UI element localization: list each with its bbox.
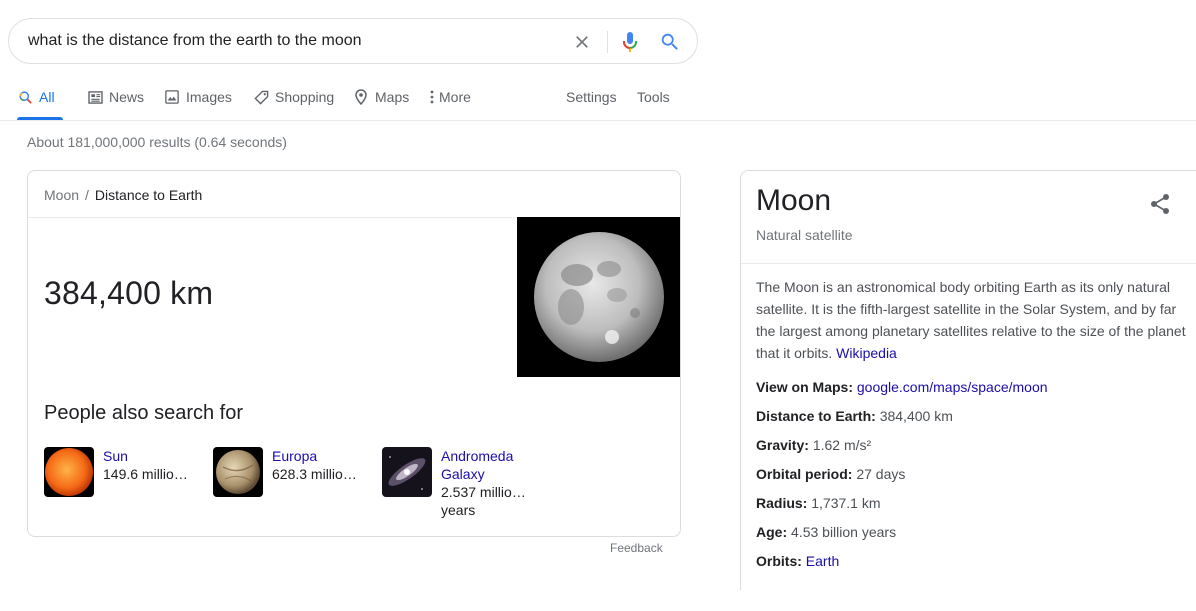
- fact-label[interactable]: Radius:: [756, 495, 807, 511]
- maps-link[interactable]: google.com/maps/space/moon: [857, 379, 1048, 395]
- settings-link[interactable]: Settings: [566, 84, 617, 120]
- answer-card: Moon / Distance to Earth 384,400 km People…: [27, 170, 681, 537]
- related-name: Europa: [272, 448, 318, 464]
- fact-value: 1,737.1 km: [811, 495, 881, 511]
- search-input[interactable]: [28, 30, 558, 52]
- wikipedia-link[interactable]: Wikipedia: [836, 345, 897, 361]
- kp-title: Moon: [756, 184, 832, 217]
- tag-icon: [253, 89, 269, 105]
- related-value: 149.6 millio…: [103, 466, 188, 482]
- search-icon[interactable]: [658, 30, 682, 54]
- tools-label: Tools: [637, 89, 670, 105]
- image-icon: [164, 89, 180, 105]
- related-europa[interactable]: Europa 628.3 millio…: [213, 447, 357, 497]
- search-icon: [17, 89, 33, 105]
- tab-news[interactable]: News: [87, 84, 144, 120]
- tools-link[interactable]: Tools: [637, 84, 670, 120]
- people-also-search-title: People also search for: [44, 402, 244, 424]
- tab-label: Maps: [375, 89, 410, 105]
- related-value: 628.3 millio…: [272, 466, 357, 482]
- sun-thumbnail: [44, 447, 94, 497]
- search-bar[interactable]: [8, 18, 698, 64]
- fact-orbits: Orbits: Earth: [756, 553, 839, 569]
- moon-image[interactable]: [517, 217, 680, 377]
- fact-label[interactable]: Distance to Earth:: [756, 408, 876, 424]
- fact-value: 4.53 billion years: [791, 524, 897, 540]
- card-divider: [28, 217, 518, 218]
- related-sun[interactable]: Sun 149.6 millio…: [44, 447, 188, 497]
- fact-label[interactable]: Gravity:: [756, 437, 809, 453]
- fact-label[interactable]: Orbits:: [756, 553, 802, 569]
- kp-description-text: The Moon is an astronomical body orbitin…: [756, 279, 1186, 361]
- result-stats: About 181,000,000 results (0.64 seconds): [27, 134, 287, 150]
- tab-shopping[interactable]: Shopping: [253, 84, 334, 120]
- tab-label: News: [109, 89, 145, 105]
- fact-label[interactable]: Age:: [756, 524, 787, 540]
- settings-label: Settings: [566, 89, 617, 105]
- share-icon[interactable]: [1148, 192, 1172, 216]
- europa-thumbnail: [213, 447, 263, 497]
- fact-distance-to-earth: Distance to Earth: 384,400 km: [756, 408, 953, 424]
- search-tabs: All News Images Shopping Maps More Setti…: [17, 84, 697, 120]
- kp-divider: [741, 263, 1196, 264]
- fact-orbital-period: Orbital period: 27 days: [756, 466, 905, 482]
- kp-description: The Moon is an astronomical body orbitin…: [756, 276, 1188, 364]
- related-andromeda-galaxy[interactable]: Andromeda Galaxy 2.537 millio… years: [382, 447, 526, 519]
- tab-maps[interactable]: Maps: [353, 84, 409, 120]
- feedback-link[interactable]: Feedback: [610, 541, 663, 555]
- earth-link[interactable]: Earth: [806, 553, 839, 569]
- tab-label: All: [39, 89, 55, 105]
- tab-all[interactable]: All: [17, 84, 63, 120]
- breadcrumb-current: Distance to Earth: [94, 187, 203, 203]
- kp-subtitle: Natural satellite: [756, 227, 853, 243]
- tab-label: Shopping: [275, 89, 335, 105]
- fact-gravity: Gravity: 1.62 m/s²: [756, 437, 871, 453]
- fact-value: 27 days: [856, 466, 906, 482]
- microphone-icon[interactable]: [618, 30, 642, 54]
- fact-label: View on Maps:: [756, 379, 853, 395]
- fact-value: 1.62 m/s²: [812, 437, 872, 453]
- fact-radius: Radius: 1,737.1 km: [756, 495, 881, 511]
- clear-icon[interactable]: [570, 30, 594, 54]
- related-value-line2: years: [441, 502, 476, 518]
- fact-label[interactable]: Orbital period:: [756, 466, 852, 482]
- fact-value: 384,400 km: [879, 408, 953, 424]
- tabs-divider: [0, 120, 1196, 121]
- search-bar-divider: [607, 31, 608, 53]
- tab-images[interactable]: Images: [164, 84, 232, 120]
- breadcrumb-parent[interactable]: Moon: [44, 187, 79, 203]
- breadcrumb-separator: /: [85, 187, 89, 203]
- fact-age: Age: 4.53 billion years: [756, 524, 896, 540]
- map-pin-icon: [353, 89, 369, 105]
- related-name-line2: Galaxy: [441, 466, 485, 482]
- tab-label: More: [439, 89, 471, 105]
- news-icon: [87, 89, 103, 105]
- fact-view-on-maps: View on Maps: google.com/maps/space/moon: [756, 379, 1048, 395]
- related-value-line1: 2.537 millio…: [441, 484, 526, 500]
- related-name-line1: Andromeda: [441, 448, 514, 464]
- tab-label: Images: [186, 89, 232, 105]
- knowledge-panel: Moon Natural satellite The Moon is an as…: [740, 170, 1196, 590]
- andromeda-thumbnail: [382, 447, 432, 497]
- breadcrumb: Moon / Distance to Earth: [44, 187, 202, 203]
- more-vert-icon: [429, 89, 435, 105]
- answer-value: 384,400 km: [44, 275, 214, 311]
- tab-more[interactable]: More: [429, 84, 471, 120]
- related-name: Sun: [103, 448, 128, 464]
